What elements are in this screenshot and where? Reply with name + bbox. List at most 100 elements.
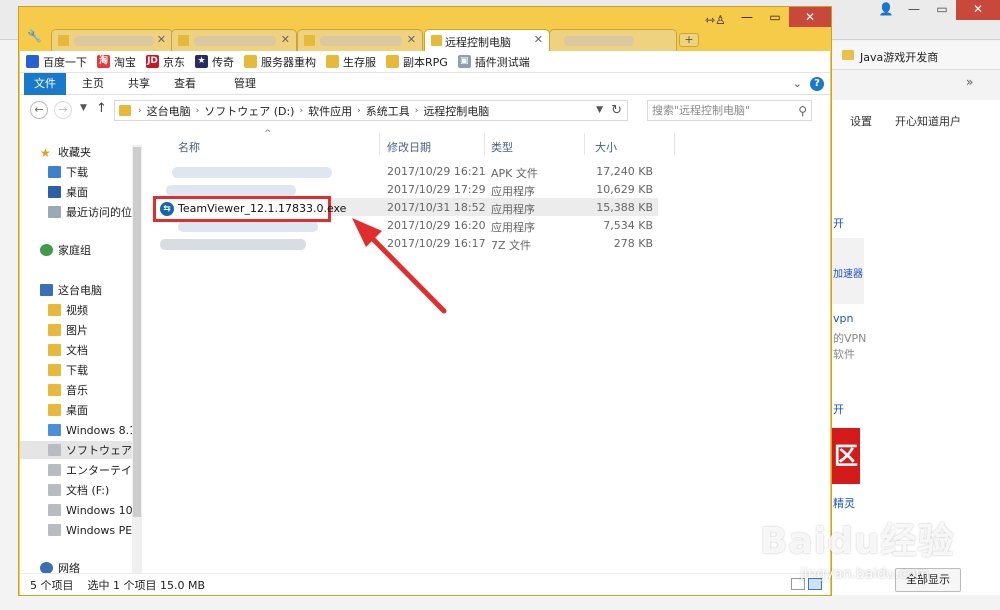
expand-ribbon-icon[interactable]: ⌄	[793, 77, 802, 91]
forward-button[interactable]: →	[54, 101, 72, 119]
bookmark-rpg[interactable]: 副本RPG	[386, 54, 448, 70]
tab-5[interactable]	[549, 29, 677, 51]
scrollbar-thumb[interactable]	[133, 147, 141, 517]
sidebar-item-drive-f[interactable]: 文档 (F:)	[20, 481, 142, 499]
file-row[interactable]: 2017/10/29 16:17 7Z 文件 278 KB	[158, 234, 658, 252]
address-dropdown-icon[interactable]: ▼	[596, 105, 603, 115]
page-link[interactable]: 开	[833, 215, 844, 231]
folder-icon	[244, 55, 257, 68]
sidebar-item-homegroup[interactable]: 家庭组	[20, 241, 142, 259]
breadcrumb[interactable]: ソフトウェア (D:)	[204, 103, 294, 119]
bookmark-baidu[interactable]: 🐾 百度一下	[26, 54, 87, 70]
tab-view[interactable]: 查看	[170, 73, 200, 95]
page-link[interactable]: 精灵	[833, 495, 855, 511]
tab-1[interactable]: ✕	[51, 29, 173, 51]
search-icon[interactable]: ⚲	[798, 102, 807, 121]
page-link[interactable]: 加速器	[833, 265, 863, 280]
column-header-size[interactable]: 大小	[595, 139, 617, 155]
highlight-box-teamviewer[interactable]: ⇆ TeamViewer_12.1.17833.0.exe	[153, 196, 346, 222]
sidebar-item-label: Windows 8.1	[66, 423, 137, 437]
sidebar-item-label: 这台电脑	[58, 284, 102, 297]
user-icon[interactable]: 👤	[872, 0, 900, 20]
sidebar-item-desktop[interactable]: 桌面	[20, 183, 142, 201]
column-divider[interactable]	[484, 133, 485, 155]
close-icon[interactable]: ✕	[281, 33, 290, 46]
minimize-button[interactable]: —	[900, 0, 928, 20]
sidebar-item-label: 收藏夹	[58, 146, 91, 159]
sidebar-item-drive-pe[interactable]: Windows PE	[20, 521, 142, 539]
bookmark-server[interactable]: 服务器重构	[244, 54, 316, 70]
chevron-icon: ›	[299, 105, 304, 116]
bookmark-survival[interactable]: 生存服	[326, 54, 376, 70]
bookmark-plugin[interactable]: ▣ 插件测试端	[457, 54, 530, 70]
file-type: APK 文件	[491, 167, 538, 180]
breadcrumb[interactable]: 系统工具	[366, 103, 410, 119]
folder-icon	[119, 105, 131, 116]
back-button[interactable]: ←	[30, 101, 48, 119]
column-header-type[interactable]: 类型	[491, 139, 513, 155]
user-switch-icon[interactable]: ⇿♙	[705, 13, 726, 27]
minimize-button[interactable]: —	[733, 7, 761, 27]
sidebar-item-videos[interactable]: 视频	[20, 301, 142, 319]
close-button[interactable]: ✕	[956, 0, 1000, 20]
tab-file[interactable]: 文件	[24, 73, 66, 95]
sidebar-item-desktop-2[interactable]: 桌面	[20, 401, 142, 419]
user-link[interactable]: 开心知道用户	[895, 113, 961, 129]
sidebar-item-drive-c[interactable]: Windows 8.1	[20, 421, 142, 439]
bookmark-jd[interactable]: JD 京东	[146, 54, 185, 70]
address-input[interactable]: › 这台电脑 › ソフトウェア (D:) › 软件应用 › 系统工具 › 远程控…	[114, 100, 628, 121]
sidebar-item-recent[interactable]: 最近访问的位	[20, 203, 142, 221]
new-tab-button[interactable]: +	[679, 33, 699, 47]
tab-remote-control[interactable]: 远程控制电脑 ✕	[424, 29, 550, 52]
bookmarks-more-icon[interactable]: »	[966, 75, 973, 89]
help-icon[interactable]: ?	[810, 77, 824, 91]
close-icon[interactable]: ✕	[157, 33, 166, 46]
teamviewer-icon: ⇆	[160, 202, 174, 216]
column-header-date[interactable]: 修改日期	[387, 139, 431, 155]
sidebar-item-label: エンターテイ	[66, 464, 132, 477]
close-icon[interactable]: ✕	[407, 33, 416, 46]
tab-share[interactable]: 共享	[124, 73, 154, 95]
close-button[interactable]: ✕	[789, 7, 831, 27]
column-divider[interactable]	[379, 133, 380, 155]
sidebar-item-drive-d[interactable]: ソフトウェア	[20, 441, 142, 459]
column-divider[interactable]	[584, 133, 585, 155]
column-divider[interactable]	[674, 133, 675, 155]
search-input[interactable]: 搜索"远程控制电脑" ⚲	[647, 100, 812, 121]
sidebar-item-documents[interactable]: 文档	[20, 341, 142, 359]
tab-3[interactable]: ✕	[297, 29, 423, 51]
sidebar-item-music[interactable]: 音乐	[20, 381, 142, 399]
breadcrumb[interactable]: 这台电脑	[147, 103, 191, 119]
page-link[interactable]: 开	[833, 401, 844, 417]
bookmark-java[interactable]: Java游戏开发商	[860, 49, 938, 65]
file-row[interactable]: 2017/10/29 16:21 APK 文件 17,240 KB	[158, 162, 658, 180]
page-link[interactable]: vpn	[833, 312, 853, 325]
sidebar-item-this-pc[interactable]: 这台电脑	[20, 281, 142, 299]
taobao-icon: 淘	[97, 55, 110, 68]
sidebar-item-drive-e[interactable]: エンターテイ	[20, 461, 142, 479]
close-icon[interactable]: ✕	[534, 33, 543, 46]
up-icon[interactable]: ↑	[96, 101, 107, 116]
sidebar-item-favorites[interactable]: ★ 收藏夹	[20, 143, 142, 161]
recent-locations-icon[interactable]: ▼	[80, 103, 87, 113]
settings-link[interactable]: 设置	[850, 113, 872, 129]
tab-2[interactable]: ✕	[171, 29, 297, 51]
homegroup-icon	[40, 244, 53, 256]
tab-manage[interactable]: 管理	[230, 73, 260, 95]
sidebar-item-pictures[interactable]: 图片	[20, 321, 142, 339]
sidebar-item-downloads-2[interactable]: 下载	[20, 361, 142, 379]
breadcrumb[interactable]: 远程控制电脑	[423, 103, 489, 119]
column-header-name[interactable]: 名称	[178, 139, 200, 155]
wrench-icon[interactable]: 🔧	[27, 29, 43, 45]
bookmark-taobao[interactable]: 淘淘宝	[97, 54, 136, 70]
refresh-icon[interactable]: ↻	[611, 103, 622, 118]
drive-icon	[48, 484, 61, 496]
sidebar-item-downloads[interactable]: 下载	[20, 163, 142, 181]
bookmark-chuanqi[interactable]: ★ 传奇	[195, 54, 234, 70]
sidebar-item-drive-win10[interactable]: Windows 10	[20, 501, 142, 519]
sidebar-item-network[interactable]: 网络	[20, 559, 142, 573]
maximize-button[interactable]: ▭	[761, 7, 789, 27]
breadcrumb[interactable]: 软件应用	[308, 103, 352, 119]
tab-home[interactable]: 主页	[78, 73, 108, 95]
maximize-button[interactable]: ▭	[928, 0, 956, 20]
